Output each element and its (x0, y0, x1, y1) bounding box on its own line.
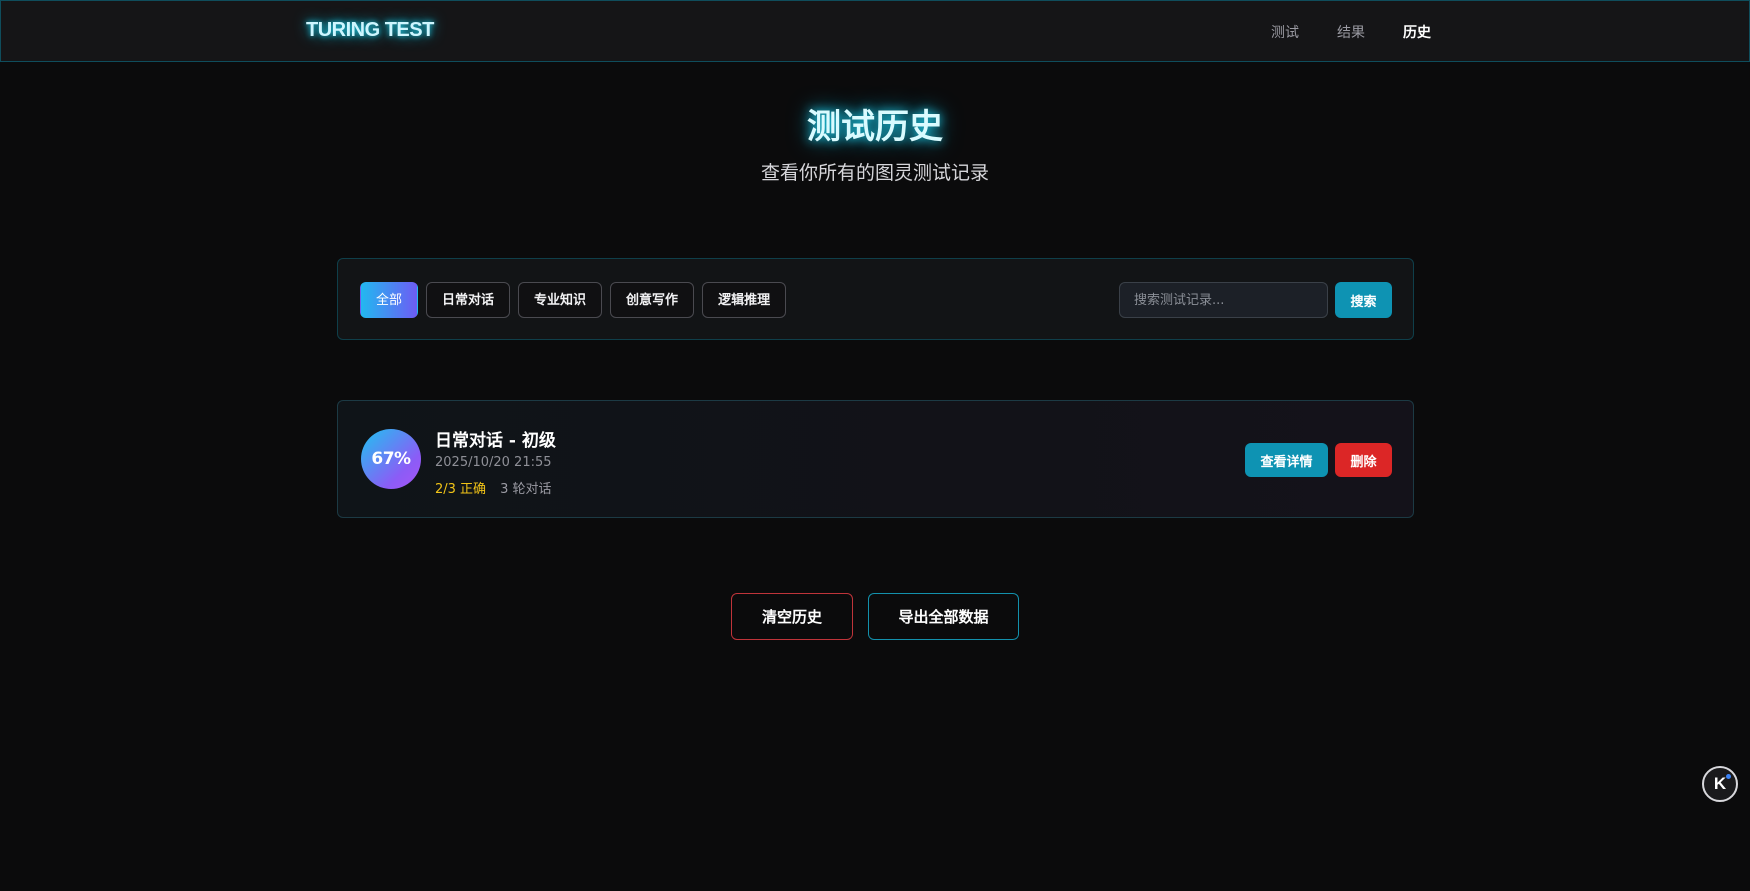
main-nav: 测试 结果 历史 (1271, 22, 1431, 42)
page-subtitle: 查看你所有的图灵测试记录 (760, 162, 989, 184)
record-meta: 2/3 正确 3 轮对话 (435, 478, 551, 497)
nav-item-test[interactable]: 测试 (1271, 22, 1299, 42)
delete-record-button[interactable]: 删除 (1335, 443, 1392, 477)
k-glyph: K (1713, 774, 1727, 793)
nav-item-history[interactable]: 历史 (1403, 22, 1431, 42)
filter-chip-creative-writing[interactable]: 创意写作 (610, 282, 695, 318)
filter-chip-daily-chat[interactable]: 日常对话 (426, 282, 511, 318)
search-input[interactable] (1119, 282, 1328, 318)
search-button[interactable]: 搜索 (1335, 282, 1392, 318)
record-title: 日常对话 - 初级 (435, 431, 556, 451)
notification-dot (1726, 774, 1731, 779)
record-correct-count: 2/3 正确 (435, 482, 487, 497)
export-all-data-button[interactable]: 导出全部数据 (868, 593, 1019, 640)
record-round-count: 3 轮对话 (500, 482, 552, 497)
logo[interactable]: TURING TEST (306, 19, 434, 42)
history-record-card: 67% 日常对话 - 初级 2025/10/20 21:55 2/3 正确 3 … (337, 400, 1414, 518)
filter-chip-expert-knowledge[interactable]: 专业知识 (518, 282, 603, 318)
view-details-button[interactable]: 查看详情 (1245, 443, 1328, 477)
top-navbar: TURING TEST 测试 结果 历史 (0, 0, 1750, 62)
filter-chip-all[interactable]: 全部 (360, 282, 419, 318)
k-assistant-icon[interactable]: K (1702, 766, 1738, 802)
filter-panel: 全部 日常对话 专业知识 创意写作 逻辑推理 搜索 (337, 258, 1414, 340)
category-filter-chips: 全部 日常对话 专业知识 创意写作 逻辑推理 (360, 282, 787, 318)
record-date: 2025/10/20 21:55 (435, 455, 552, 470)
filter-chip-logic-reasoning[interactable]: 逻辑推理 (702, 282, 787, 318)
page-title: 测试历史 (807, 107, 943, 147)
score-badge: 67% (361, 429, 421, 489)
clear-history-button[interactable]: 清空历史 (731, 593, 853, 640)
nav-item-results[interactable]: 结果 (1337, 22, 1365, 42)
